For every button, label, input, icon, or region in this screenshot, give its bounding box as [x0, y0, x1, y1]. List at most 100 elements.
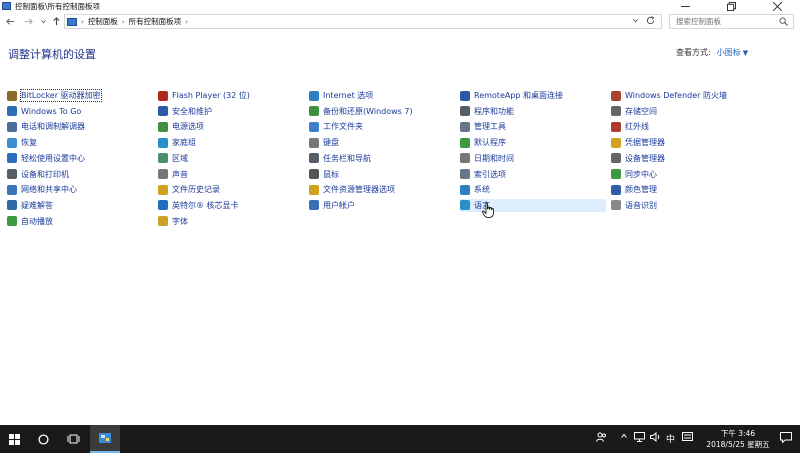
control-panel-item[interactable]: 程序和功能 [460, 105, 514, 118]
control-panel-item[interactable]: 自动播放 [7, 215, 53, 228]
control-panel-item[interactable]: 键盘 [309, 136, 339, 149]
control-panel-item-label: 系统 [474, 185, 490, 195]
control-panel-item[interactable]: 用户帐户 [309, 199, 355, 212]
control-panel-item[interactable]: 设备和打印机 [7, 168, 69, 181]
recovery-icon [7, 137, 17, 148]
action-center-icon[interactable] [780, 432, 792, 443]
control-panel-item[interactable]: 语音识别 [611, 199, 657, 212]
network-button[interactable] [634, 432, 645, 445]
control-panel-item[interactable]: 疑难解答 [7, 199, 53, 212]
breadcrumb-separator[interactable]: › [122, 18, 125, 26]
refresh-button[interactable] [646, 16, 655, 28]
close-button[interactable] [754, 0, 800, 12]
address-row: › 控制面板 › 所有控制面板项 › [0, 13, 800, 31]
system-icon [460, 184, 470, 195]
control-panel-item-label: RemoteApp 和桌面连接 [474, 91, 564, 100]
control-panel-item[interactable]: 设备管理器 [611, 152, 665, 165]
control-panel-item[interactable]: 颜色管理 [611, 183, 657, 196]
recent-locations-button[interactable] [37, 14, 49, 28]
control-panel-item[interactable]: BitLocker 驱动器加密 [7, 89, 102, 102]
show-hidden-icons-button[interactable] [620, 432, 628, 443]
control-panel-item[interactable]: 安全和维护 [158, 105, 212, 118]
control-panel-item[interactable]: Windows Defender 防火墙 [611, 89, 727, 102]
control-panel-item-label: 索引选项 [474, 169, 506, 179]
chevron-down-icon[interactable]: ▼ [743, 49, 748, 57]
cortana-button[interactable] [30, 425, 56, 453]
speech-recognition-icon [611, 200, 621, 211]
cortana-circle-icon [37, 433, 49, 445]
control-panel-item[interactable]: 索引选项 [460, 168, 506, 181]
page-title: 调整计算机的设置 [8, 48, 96, 61]
control-panel-item-label: 自动播放 [21, 216, 53, 226]
control-panel-item[interactable]: 网络和共享中心 [7, 183, 77, 196]
backup-restore-icon [309, 106, 319, 117]
address-bar[interactable]: › 控制面板 › 所有控制面板项 › [64, 14, 662, 29]
control-panel-item[interactable]: 声音 [158, 168, 188, 181]
control-panel-item[interactable]: 电源选项 [158, 120, 204, 133]
up-button[interactable] [50, 14, 62, 28]
back-button[interactable] [4, 14, 16, 28]
control-panel-item[interactable]: 凭据管理器 [611, 136, 665, 149]
control-panel-item-label: BitLocker 驱动器加密 [20, 89, 102, 102]
control-panel-item-label: 备份和还原(Windows 7) [323, 106, 413, 116]
control-panel-item[interactable]: 文件历史记录 [158, 183, 220, 196]
taskbar-control-panel[interactable] [90, 425, 120, 453]
control-panel-item[interactable]: 日期和时间 [460, 152, 514, 165]
view-by-label: 查看方式: [676, 48, 711, 57]
control-panel-item[interactable]: 任务栏和导航 [309, 152, 371, 165]
user-accounts-icon [309, 200, 319, 211]
control-panel-item[interactable]: 管理工具 [460, 120, 506, 133]
control-panel-item[interactable]: Internet 选项 [309, 89, 373, 102]
control-panel-item[interactable]: 工作文件夹 [309, 120, 363, 133]
windows-logo-icon [8, 433, 20, 445]
forward-button[interactable] [22, 14, 34, 28]
control-panel-item-label: 英特尔® 核芯显卡 [172, 200, 239, 210]
control-panel-item[interactable]: 系统 [460, 183, 490, 196]
control-panel-item[interactable]: 轻松使用设置中心 [7, 152, 85, 165]
control-panel-item[interactable]: 鼠标 [309, 168, 339, 181]
control-panel-item[interactable]: 字体 [158, 215, 188, 228]
sync-center-icon [611, 169, 621, 179]
maximize-button[interactable] [708, 0, 754, 12]
people-icon [596, 432, 606, 442]
remoteapp-icon [460, 90, 470, 101]
address-dropdown-button[interactable] [632, 17, 639, 26]
control-panel-item[interactable]: Flash Player (32 位) [158, 89, 250, 102]
control-panel-item-label: 日期和时间 [474, 153, 514, 163]
control-panel-item[interactable]: Windows To Go [7, 105, 81, 118]
search-input[interactable] [676, 17, 776, 26]
breadcrumb-control-panel[interactable]: 控制面板 [88, 16, 118, 27]
control-panel-item[interactable]: 家庭组 [158, 136, 196, 149]
control-panel-item[interactable]: 区域 [158, 152, 188, 165]
breadcrumb-separator[interactable]: › [185, 18, 188, 26]
control-panel-item-label: 区域 [172, 153, 188, 163]
search-box[interactable] [669, 14, 794, 29]
control-panel-item[interactable]: 备份和还原(Windows 7) [309, 105, 413, 118]
windows-to-go-icon [7, 106, 17, 117]
view-by-dropdown[interactable]: 小图标 [717, 48, 741, 57]
ime-indicator[interactable]: 中 [666, 432, 675, 445]
breadcrumb-separator[interactable]: › [81, 18, 84, 26]
control-panel-item-label: 文件资源管理器选项 [323, 185, 395, 195]
task-view-button[interactable] [60, 425, 86, 453]
autoplay-icon [7, 216, 17, 227]
control-panel-item[interactable]: RemoteApp 和桌面连接 [460, 89, 563, 102]
control-panel-item[interactable]: 默认程序 [460, 136, 506, 149]
flash-player-icon [158, 90, 168, 101]
breadcrumb-all-items[interactable]: 所有控制面板项 [129, 16, 182, 27]
minimize-button[interactable] [662, 0, 708, 12]
system-clock[interactable]: 下午 3:46 2018/5/25 星期五 [700, 428, 776, 450]
control-panel-item[interactable]: 英特尔® 核芯显卡 [158, 199, 239, 212]
control-panel-item[interactable]: 恢复 [7, 136, 37, 149]
people-icon[interactable] [596, 432, 607, 445]
sound-icon [158, 169, 168, 179]
control-panel-item[interactable]: 红外线 [611, 120, 649, 133]
control-panel-item[interactable]: 同步中心 [611, 168, 657, 181]
ime-options-button[interactable] [682, 432, 693, 444]
start-button[interactable] [0, 425, 28, 453]
control-panel-item[interactable]: 文件资源管理器选项 [309, 183, 395, 196]
chevron-up-icon [621, 433, 627, 438]
control-panel-item[interactable]: 存储空间 [611, 105, 657, 118]
control-panel-item[interactable]: 电话和调制解调器 [7, 120, 85, 133]
volume-button[interactable] [650, 431, 661, 445]
